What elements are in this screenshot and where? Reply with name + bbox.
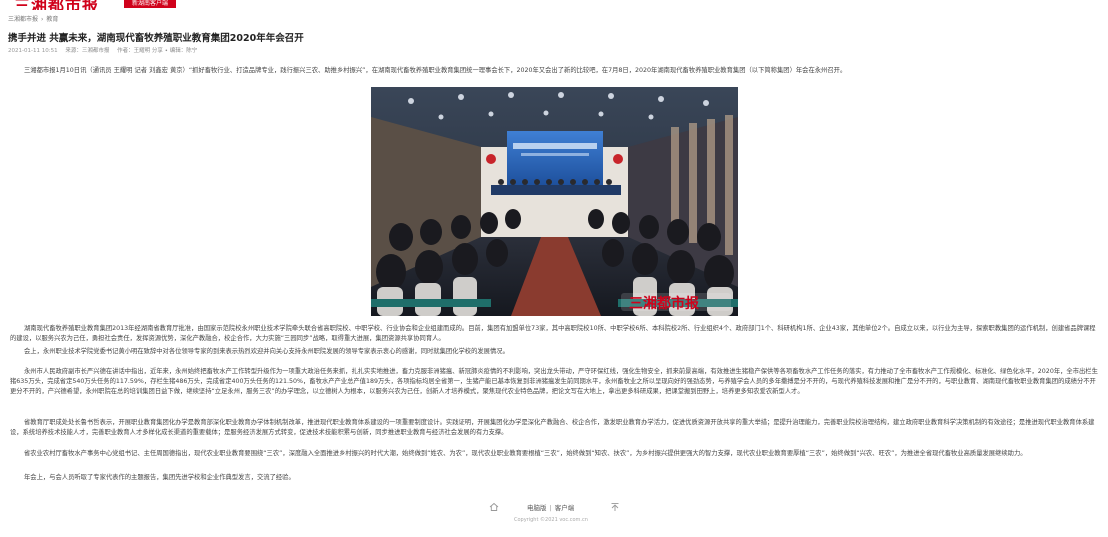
article-paragraph: 三湘都市报1月10日讯（通讯员 王耀明 记者 刘鑫宏 黄京）“抓好畜牧行业、打造… [10, 66, 1100, 76]
breadcrumb-item-education[interactable]: 教育 [46, 16, 58, 23]
article-source: 来源：三湘都市报 [65, 48, 110, 54]
article-meta: 2021-01-11 10:51 来源：三湘都市报 作者：王耀明 分享 ∙ 编辑… [8, 46, 203, 54]
article-paragraph: 年会上，与会人员听取了专家代表作的主题报告，集团先进学校和企业作典型发言，交流了… [10, 473, 1100, 483]
logo-text: 三湘都市报 [14, 0, 100, 10]
page-footer: 电脑版 | 客户端 Copyright ©2021 voc.com.cn [0, 494, 1108, 537]
paragraph-text: 会上，永州职业技术学院党委书记黄小明在致辞中对各位领导专家的到来表示热烈欢迎并向… [24, 348, 509, 355]
logo-tag: 新湖南客户端 [124, 0, 176, 8]
paragraph-text: 永州市人民政府副市长严兴德在讲话中指出，近年来，永州始终把畜牧水产工作转型升级作… [10, 368, 1098, 395]
site-logo[interactable]: 三湘都市报 新湖南客户端 [6, 0, 186, 10]
link-divider: | [549, 504, 552, 512]
article-page: 三湘都市报 新湖南客户端 三湘都市报 › 教育 携手并进 共赢未来，湖南现代畜牧养殖… [0, 0, 1108, 537]
conference-photo-image: 三湘都市报 [371, 87, 738, 316]
article-photo: 三湘都市报 [371, 87, 738, 316]
article-author: 作者：王耀明 分享 ∙ 编辑：陈宁 [117, 48, 198, 54]
paragraph-text: 省教育厅职成处处长鲁书哲表示，开展职业教育集团化办学是教育部深化职业教育办学体制… [10, 419, 1095, 436]
photo-watermark-logo: 三湘都市报 [621, 293, 731, 312]
svg-text:三湘都市报: 三湘都市报 [629, 295, 699, 312]
copyright-text: Copyright ©2021 voc.com.cn [514, 517, 588, 523]
back-to-top-icon[interactable] [610, 502, 620, 512]
paragraph-text: 年会上，与会人员听取了专家代表作的主题报告，集团先进学校和企业作典型发言，交流了… [24, 474, 295, 481]
breadcrumb: 三湘都市报 › 教育 [8, 14, 58, 23]
article-paragraph: 省教育厅职成处处长鲁书哲表示，开展职业教育集团化办学是教育部深化职业教育办学体制… [10, 418, 1100, 438]
paragraph-text: 省农业农村厅畜牧水产事务中心党组书记、主任周国德指出，现代农业职业教育要围绕“三… [24, 450, 1027, 457]
paragraph-text: 三湘都市报1月10日讯（通讯员 王耀明 记者 刘鑫宏 黄京）“抓好畜牧行业、打造… [24, 67, 847, 74]
breadcrumb-item-home[interactable]: 三湘都市报 [8, 16, 38, 23]
article-paragraph: 会上，永州职业技术学院党委书记黄小明在致辞中对各位领导专家的到来表示热烈欢迎并向… [10, 347, 1100, 357]
publish-datetime: 2021-01-11 10:51 [8, 48, 58, 54]
breadcrumb-separator: › [41, 16, 44, 23]
article-paragraph: 省农业农村厅畜牧水产事务中心党组书记、主任周国德指出，现代农业职业教育要围绕“三… [10, 449, 1100, 459]
pc-version-link[interactable]: 电脑版 [527, 504, 547, 512]
footer-links: 电脑版 | 客户端 [527, 502, 574, 512]
article-paragraph: 永州市人民政府副市长严兴德在讲话中指出，近年来，永州始终把畜牧水产工作转型升级作… [10, 367, 1100, 397]
article-paragraph: 湖南现代畜牧养殖职业教育集团2013年经湖南省教育厅批准，由国家示范院校永州职业… [10, 324, 1100, 344]
home-icon[interactable] [489, 502, 499, 512]
page-title: 携手并进 共赢未来，湖南现代畜牧养殖职业教育集团2020年年会召开 [8, 33, 304, 44]
paragraph-text: 湖南现代畜牧养殖职业教育集团2013年经湖南省教育厅批准，由国家示范院校永州职业… [10, 325, 1096, 342]
client-link[interactable]: 客户端 [555, 504, 575, 512]
